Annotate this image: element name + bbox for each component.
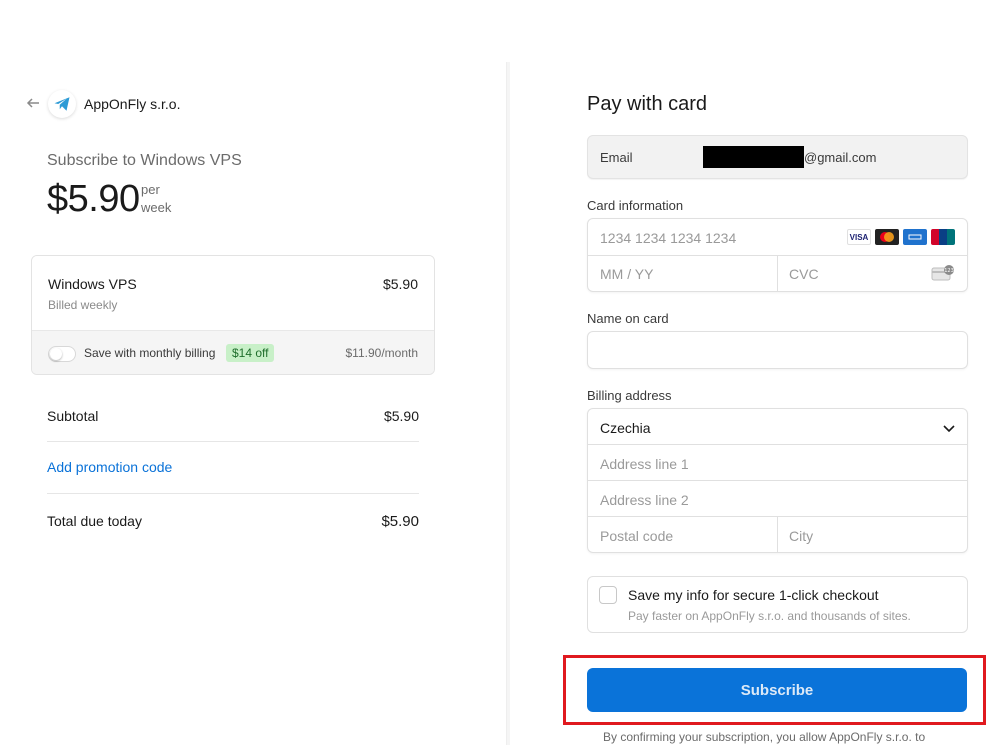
subtotal-label: Subtotal <box>47 408 99 424</box>
plan-card: Windows VPS Billed weekly $5.90 Save wit… <box>31 255 435 375</box>
cvc-card-icon: 123 <box>931 265 955 281</box>
plan-price: $5.90 <box>382 276 418 292</box>
plan-billing: Billed weekly <box>48 298 118 312</box>
card-number-input[interactable]: 1234 1234 1234 1234 <box>600 230 736 246</box>
confirmation-text: By confirming your subscription, you all… <box>603 730 926 744</box>
payment-title: Pay with card <box>587 93 708 115</box>
subscribe-button[interactable]: Subscribe <box>587 668 967 712</box>
visa-icon: VISA <box>847 229 871 245</box>
email-domain: @gmail.com <box>804 150 877 165</box>
country-value: Czechia <box>600 420 651 436</box>
merchant-header: AppOnFly s.r.o. <box>26 90 180 118</box>
address-line2-placeholder: Address line 2 <box>600 492 689 508</box>
payment-panel: Pay with card Email @gmail.com Card info… <box>510 0 1001 745</box>
monthly-price: $11.90/month <box>345 346 419 360</box>
card-information-label: Card information <box>587 198 684 213</box>
save-info-subtitle: Pay faster on AppOnFly s.r.o. and thousa… <box>628 609 911 623</box>
save-info-checkbox[interactable] <box>599 586 617 604</box>
email-field[interactable]: Email @gmail.com <box>587 135 968 179</box>
card-brands: VISA <box>847 229 955 245</box>
card-divider <box>777 256 778 292</box>
address-line1-placeholder: Address line 1 <box>600 456 689 472</box>
amex-icon <box>903 229 927 245</box>
email-label: Email <box>600 150 633 165</box>
cvc-input[interactable]: CVC <box>789 266 819 282</box>
chevron-down-icon <box>943 421 955 433</box>
save-info-title: Save my info for secure 1-click checkout <box>628 587 879 603</box>
add-promotion-code-link[interactable]: Add promotion code <box>47 459 172 475</box>
address-divider <box>777 517 778 553</box>
monthly-billing-label: Save with monthly billing <box>84 346 216 360</box>
total-value: $5.90 <box>381 513 419 530</box>
expiry-input[interactable]: MM / YY <box>600 266 653 282</box>
address-line1-input[interactable]: Address line 1 <box>588 445 967 481</box>
postal-city-row: Postal code City <box>588 517 967 553</box>
name-on-card-input[interactable] <box>587 331 968 369</box>
country-select[interactable]: Czechia <box>588 409 967 445</box>
order-summary-panel: AppOnFly s.r.o. Subscribe to Windows VPS… <box>0 0 506 745</box>
merchant-name: AppOnFly s.r.o. <box>84 96 181 112</box>
billing-address-label: Billing address <box>587 388 672 403</box>
address-line2-input[interactable]: Address line 2 <box>588 481 967 517</box>
discount-badge: $14 off <box>226 344 275 362</box>
subtotal-row: Subtotal $5.90 <box>47 408 419 424</box>
plan-details: Windows VPS Billed weekly $5.90 <box>32 256 434 330</box>
subscribe-label: Subscribe to Windows VPS <box>47 152 242 169</box>
price-period: per week <box>141 181 171 217</box>
total-row: Total due today $5.90 <box>47 513 419 530</box>
billing-address-group: Czechia Address line 1 Address line 2 Po… <box>587 408 968 553</box>
price-amount: $5.90 <box>47 178 140 220</box>
city-input[interactable]: City <box>789 528 813 544</box>
back-arrow-icon[interactable] <box>26 96 42 112</box>
postal-code-input[interactable]: Postal code <box>600 528 673 544</box>
name-on-card-label: Name on card <box>587 311 669 326</box>
divider <box>47 493 419 494</box>
svg-text:123: 123 <box>944 268 954 274</box>
unionpay-icon <box>931 229 955 245</box>
divider <box>47 441 419 442</box>
merchant-logo-icon <box>48 90 76 118</box>
price-period-line1: per <box>141 182 160 197</box>
mastercard-icon <box>875 229 899 245</box>
save-info-box: Save my info for secure 1-click checkout… <box>587 576 968 633</box>
email-redaction <box>703 146 804 168</box>
monthly-billing-toggle[interactable] <box>48 346 76 362</box>
monthly-billing-upsell: Save with monthly billing $14 off $11.90… <box>32 330 434 374</box>
total-label: Total due today <box>47 513 142 529</box>
subtotal-value: $5.90 <box>383 408 419 424</box>
price-period-line2: week <box>141 200 172 215</box>
card-information-group: 1234 1234 1234 1234 VISA MM / YY CVC 123 <box>587 218 968 292</box>
plan-name: Windows VPS <box>48 276 137 292</box>
